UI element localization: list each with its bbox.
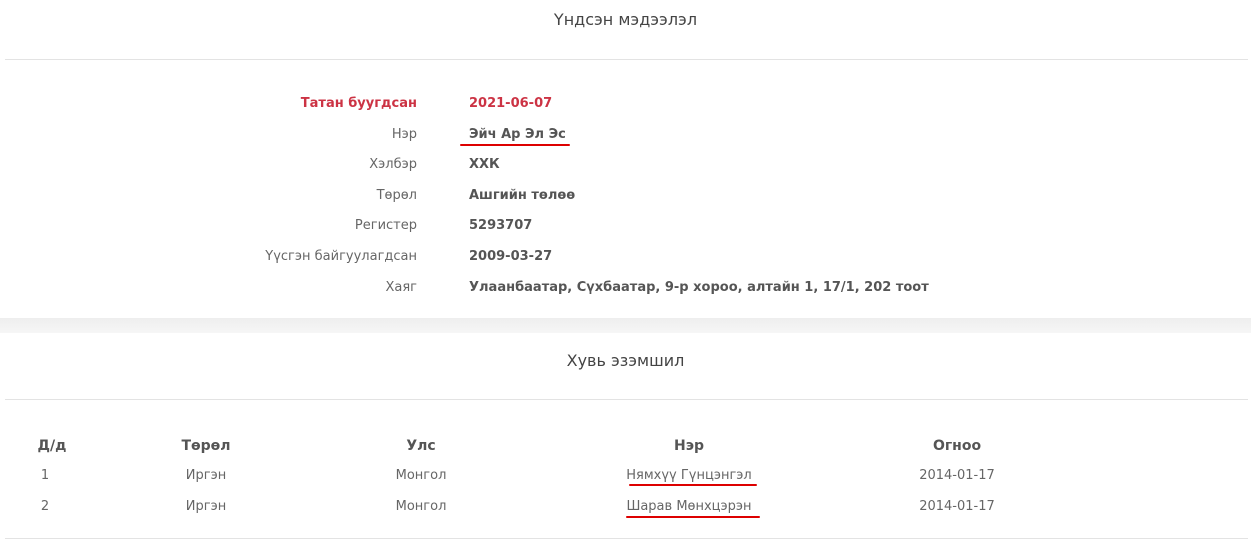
info-label: Хаяг [385,280,417,295]
info-value: 2021-06-07 [469,96,553,111]
info-label: Татан буугдсан [300,96,417,111]
page: Үндсэн мэдээлэл Татан буугдсан 2021-06-0… [0,0,1251,540]
divider [5,538,1248,539]
info-row-dissolved: Татан буугдсан 2021-06-07 [0,96,1251,116]
info-label: Хэлбэр [369,157,417,172]
info-row-founded: Үүсгэн байгуулагдсан 2009-03-27 [0,249,1251,269]
info-value: 5293707 [469,218,533,233]
table-cell-name: Нямхүү Гүнцэнгэл [626,468,752,483]
table-cell-index: 2 [40,499,50,514]
table-cell-type: Иргэн [185,499,227,514]
basic-info-title: Үндсэн мэдээлэл [553,10,698,29]
column-header-type: Төрөл [181,438,231,454]
card-gap [0,318,1251,333]
info-value: Улаанбаатар, Сүхбаатар, 9-р хороо, алтай… [469,280,929,295]
info-label: Үүсгэн байгуулагдсан [265,249,417,264]
table-cell-index: 1 [40,468,50,483]
info-row-form: Хэлбэр ХХК [0,157,1251,177]
info-row-register: Регистер 5293707 [0,218,1251,238]
name-underline-annotation [460,144,570,146]
info-value: 2009-03-27 [469,249,553,264]
divider [5,59,1248,60]
owner-2-underline-annotation [626,516,760,518]
info-label: Регистер [354,218,417,233]
info-label: Нэр [391,127,417,142]
owner-1-underline-annotation [629,484,757,486]
column-header-name: Нэр [673,438,705,454]
column-header-index: Д/д [37,438,67,454]
info-row-name: Нэр Эйч Ар Эл Эс [0,127,1251,147]
column-header-date: Огноо [932,438,982,454]
info-row-address: Хаяг Улаанбаатар, Сүхбаатар, 9-р хороо, … [0,280,1251,300]
info-value: Ашгийн төлөө [469,188,576,203]
table-cell-country: Монгол [395,468,447,483]
info-value: Эйч Ар Эл Эс [469,127,566,142]
column-header-country: Улс [406,438,436,454]
table-cell-type: Иргэн [185,468,227,483]
table-cell-country: Монгол [395,499,447,514]
table-cell-name: Шарав Мөнхцэрэн [626,499,752,514]
ownership-title: Хувь эзэмшил [566,351,685,370]
table-cell-date: 2014-01-17 [919,468,995,483]
info-label: Төрөл [376,188,417,203]
divider [5,399,1248,400]
table-cell-date: 2014-01-17 [919,499,995,514]
info-row-type: Төрөл Ашгийн төлөө [0,188,1251,208]
info-value: ХХК [469,157,500,172]
